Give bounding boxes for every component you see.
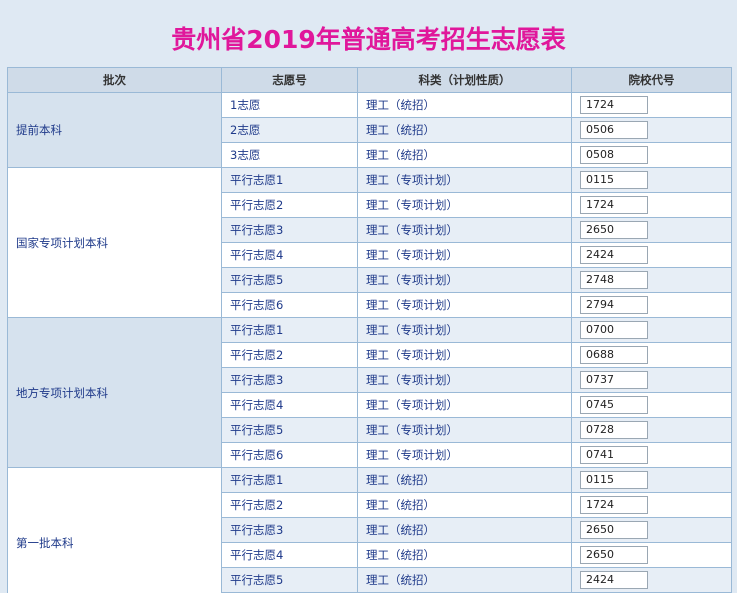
school-code-cell: 2650 [571, 217, 732, 243]
type-cell: 理工（统招） [357, 492, 572, 518]
school-code-field[interactable]: 0700 [580, 321, 648, 339]
choice-cell: 平行志愿6 [221, 292, 358, 318]
type-cell: 理工（专项计划） [357, 342, 572, 368]
choice-cell: 平行志愿1 [221, 467, 358, 493]
school-code-cell: 2424 [571, 567, 732, 593]
choice-cell: 平行志愿5 [221, 567, 358, 593]
batch-cell: 提前本科 [7, 92, 222, 168]
school-code-cell: 1724 [571, 492, 732, 518]
choice-cell: 平行志愿4 [221, 242, 358, 268]
type-cell: 理工（专项计划） [357, 317, 572, 343]
school-code-cell: 0741 [571, 442, 732, 468]
choice-cell: 平行志愿2 [221, 192, 358, 218]
school-code-field[interactable]: 2748 [580, 271, 648, 289]
table-body: 提前本科 1志愿 理工（统招） 1724 2志愿 理工（统招） 0506 3志愿 理工（统招） 0… [7, 92, 732, 593]
type-cell: 理工（专项计划） [357, 217, 572, 243]
choice-cell: 1志愿 [221, 92, 358, 118]
type-cell: 理工（专项计划） [357, 417, 572, 443]
school-code-field[interactable]: 0508 [580, 146, 648, 164]
choice-cell: 平行志愿2 [221, 342, 358, 368]
school-code-cell: 0688 [571, 342, 732, 368]
school-code-field[interactable]: 2650 [580, 546, 648, 564]
school-code-cell: 0737 [571, 367, 732, 393]
header-batch: 批次 [7, 67, 222, 93]
batch-cell: 地方专项计划本科 [7, 317, 222, 468]
school-code-field[interactable]: 0737 [580, 371, 648, 389]
school-code-cell: 2650 [571, 542, 732, 568]
table-header-row: 批次 志愿号 科类（计划性质） 院校代号 [7, 67, 732, 93]
type-cell: 理工（统招） [357, 92, 572, 118]
type-cell: 理工（统招） [357, 517, 572, 543]
type-cell: 理工（专项计划） [357, 367, 572, 393]
school-code-cell: 0506 [571, 117, 732, 143]
type-cell: 理工（统招） [357, 467, 572, 493]
school-code-cell: 2650 [571, 517, 732, 543]
header-choice: 志愿号 [221, 67, 358, 93]
type-cell: 理工（专项计划） [357, 442, 572, 468]
school-code-field[interactable]: 2424 [580, 571, 648, 589]
school-code-field[interactable]: 1724 [580, 96, 648, 114]
batch-cell: 国家专项计划本科 [7, 167, 222, 318]
school-code-field[interactable]: 0745 [580, 396, 648, 414]
choice-cell: 平行志愿4 [221, 392, 358, 418]
school-code-cell: 0700 [571, 317, 732, 343]
choice-cell: 平行志愿3 [221, 217, 358, 243]
header-school-code: 院校代号 [571, 67, 732, 93]
application-table: 批次 志愿号 科类（计划性质） 院校代号 提前本科 1志愿 理工（统招） 1724 2志… [7, 67, 732, 593]
school-code-cell: 0745 [571, 392, 732, 418]
school-code-field[interactable]: 0688 [580, 346, 648, 364]
type-cell: 理工（专项计划） [357, 292, 572, 318]
school-code-cell: 2748 [571, 267, 732, 293]
table-row: 提前本科 1志愿 理工（统招） 1724 [7, 92, 732, 168]
type-cell: 理工（专项计划） [357, 392, 572, 418]
school-code-cell: 0115 [571, 467, 732, 493]
choice-cell: 平行志愿1 [221, 317, 358, 343]
school-code-field[interactable]: 2650 [580, 221, 648, 239]
school-code-cell: 0508 [571, 142, 732, 168]
school-code-field[interactable]: 0728 [580, 421, 648, 439]
school-code-field[interactable]: 0115 [580, 471, 648, 489]
school-code-field[interactable]: 1724 [580, 496, 648, 514]
type-cell: 理工（统招） [357, 142, 572, 168]
choice-cell: 平行志愿6 [221, 442, 358, 468]
choice-cell: 3志愿 [221, 142, 358, 168]
school-code-field[interactable]: 2424 [580, 246, 648, 264]
type-cell: 理工（统招） [357, 117, 572, 143]
type-cell: 理工（统招） [357, 567, 572, 593]
choice-cell: 平行志愿1 [221, 167, 358, 193]
table-row: 国家专项计划本科 平行志愿1 理工（专项计划） 0115 [7, 167, 732, 318]
school-code-cell: 0115 [571, 167, 732, 193]
school-code-cell: 0728 [571, 417, 732, 443]
school-code-cell: 2424 [571, 242, 732, 268]
school-code-field[interactable]: 0741 [580, 446, 648, 464]
batch-cell: 第一批本科 [7, 467, 222, 593]
table-row: 地方专项计划本科 平行志愿1 理工（专项计划） 0700 [7, 317, 732, 468]
school-code-field[interactable]: 2650 [580, 521, 648, 539]
type-cell: 理工（专项计划） [357, 267, 572, 293]
school-code-cell: 1724 [571, 92, 732, 118]
choice-cell: 2志愿 [221, 117, 358, 143]
school-code-field[interactable]: 1724 [580, 196, 648, 214]
type-cell: 理工（专项计划） [357, 192, 572, 218]
choice-cell: 平行志愿2 [221, 492, 358, 518]
school-code-field[interactable]: 2794 [580, 296, 648, 314]
type-cell: 理工（专项计划） [357, 242, 572, 268]
header-type: 科类（计划性质） [357, 67, 572, 93]
type-cell: 理工（统招） [357, 542, 572, 568]
choice-cell: 平行志愿3 [221, 367, 358, 393]
school-code-field[interactable]: 0506 [580, 121, 648, 139]
school-code-cell: 1724 [571, 192, 732, 218]
school-code-cell: 2794 [571, 292, 732, 318]
choice-cell: 平行志愿3 [221, 517, 358, 543]
school-code-field[interactable]: 0115 [580, 171, 648, 189]
table-row: 第一批本科 平行志愿1 理工（统招） 0115 [7, 467, 732, 593]
type-cell: 理工（专项计划） [357, 167, 572, 193]
choice-cell: 平行志愿5 [221, 417, 358, 443]
choice-cell: 平行志愿4 [221, 542, 358, 568]
choice-cell: 平行志愿5 [221, 267, 358, 293]
page-title: 贵州省2019年普通高考招生志愿表 [171, 25, 566, 54]
